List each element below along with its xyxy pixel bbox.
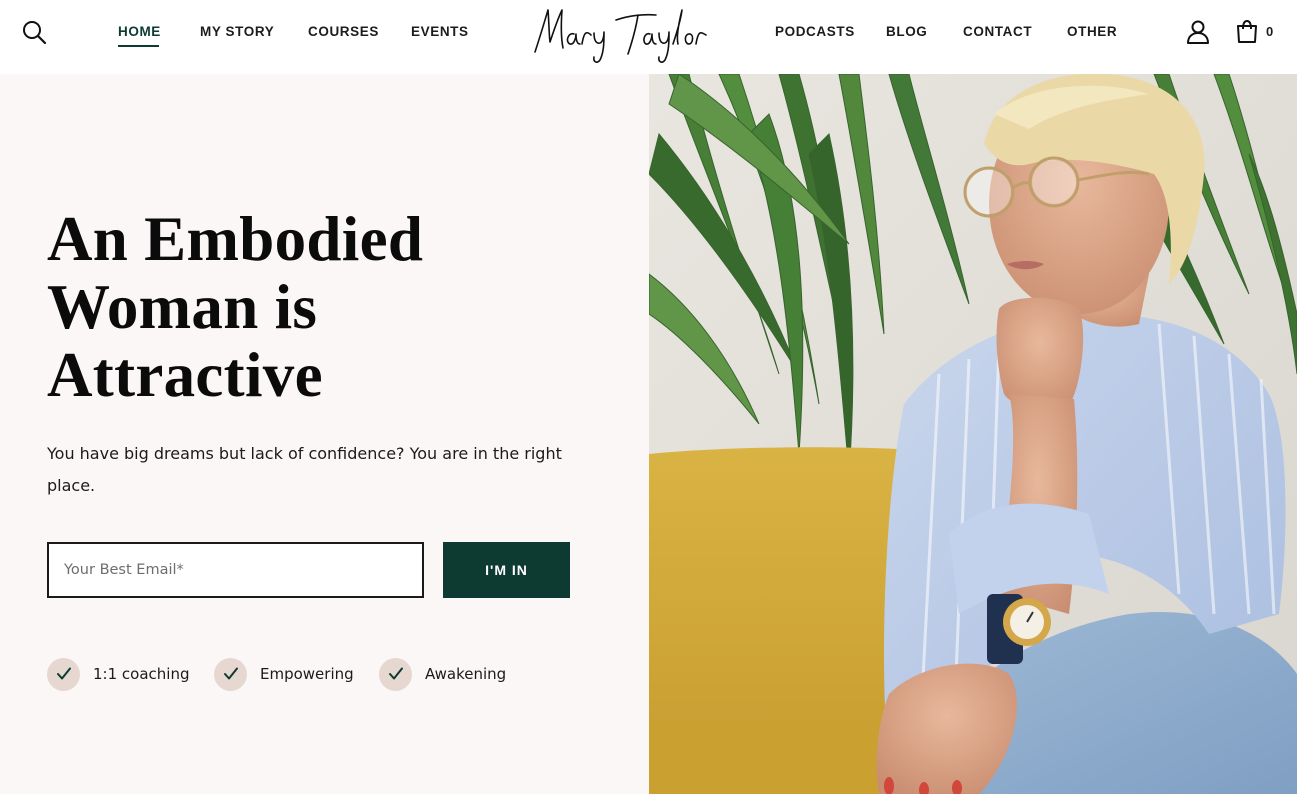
nav-podcasts[interactable]: PODCASTS [775,24,855,39]
feature-item: Empowering [214,657,354,691]
hero-title-line: Attractive [47,340,323,410]
active-nav-indicator [118,45,159,47]
nav-home[interactable]: HOME [118,24,161,39]
cart-count-badge[interactable]: 0 [1266,24,1273,39]
search-icon [23,21,47,45]
signature-logo [534,9,707,63]
nav-blog[interactable]: BLOG [886,24,927,39]
hero-title-line: An Embodied [47,204,424,274]
hero-title: An Embodied Woman is Attractive [47,205,567,409]
nav-courses[interactable]: COURSES [308,24,379,39]
nav-my-story[interactable]: MY STORY [200,24,274,39]
hero-photo [649,74,1297,794]
feature-item: 1:1 coaching [47,657,189,691]
portrait-illustration [649,74,1297,794]
nav-events[interactable]: EVENTS [411,24,469,39]
check-badge [47,657,80,691]
user-icon [1187,20,1209,44]
hero-content: An Embodied Woman is Attractive You have… [0,74,649,794]
check-icon [56,667,71,680]
site-logo[interactable] [530,2,710,66]
feature-label: Awakening [425,665,507,683]
hero-title-line: Woman is [47,272,318,342]
check-icon [223,667,238,680]
account-button[interactable] [1185,19,1211,45]
search-button[interactable] [21,19,47,45]
feature-label: Empowering [260,665,354,683]
im-in-button[interactable]: I'M IN [443,542,570,598]
shopping-bag-icon [1237,19,1257,43]
check-badge [214,657,247,691]
nav-contact[interactable]: CONTACT [963,24,1032,39]
nav-other[interactable]: OTHER [1067,24,1117,39]
feature-item: Awakening [379,657,506,691]
check-badge [379,657,412,691]
hero-subtitle: You have big dreams but lack of confiden… [47,444,562,495]
feature-label: 1:1 coaching [93,665,190,683]
site-header: HOME MY STORY COURSES EVENTS PODCASTS BL… [0,0,1297,74]
cart-button[interactable] [1234,18,1260,44]
email-input[interactable] [47,542,424,598]
check-icon [388,667,403,680]
